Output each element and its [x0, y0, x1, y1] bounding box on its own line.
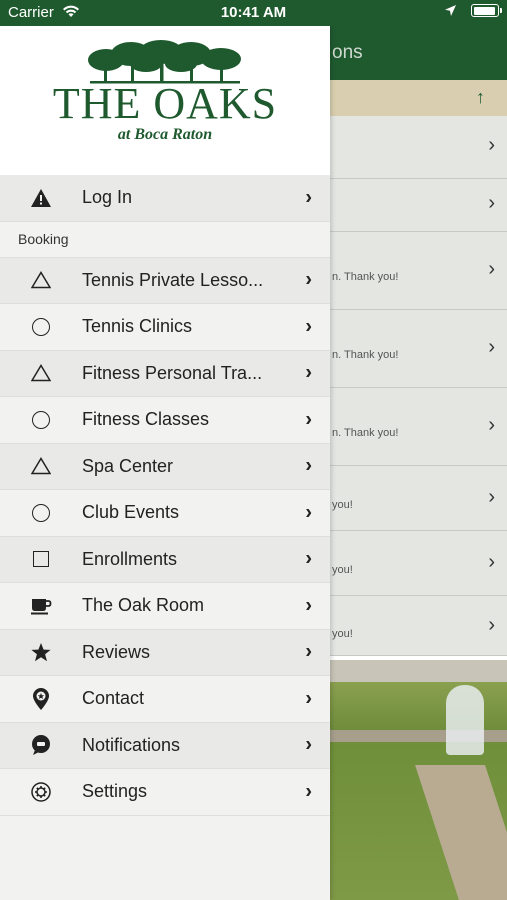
list-item[interactable]: n. Thank you! › — [330, 310, 507, 388]
menu-item-label: Spa Center — [82, 455, 174, 476]
logo-subtitle: at Boca Raton — [117, 126, 213, 143]
chevron-right-icon: › — [488, 134, 495, 156]
chevron-right-icon: › — [305, 594, 312, 617]
menu-item-log-in[interactable]: Log In › — [0, 175, 330, 222]
menu-item-label: Notifications — [82, 734, 181, 755]
side-drawer: THE OAKS at Boca Raton Log In › Booking … — [0, 26, 330, 900]
menu-item-label: Tennis Clinics — [82, 316, 193, 337]
menu-item-tennis-clinics[interactable]: Tennis Clinics › — [0, 304, 330, 351]
status-bar: Carrier 10:41 AM — [0, 0, 507, 26]
arrow-up-icon[interactable]: ↑ — [476, 87, 485, 108]
list-item[interactable]: n. Thank you! › — [330, 232, 507, 310]
logo: THE OAKS at Boca Raton — [0, 26, 330, 175]
chevron-right-icon: › — [305, 733, 312, 756]
logo-title: THE OAKS — [52, 79, 278, 128]
menu-item-label: Log In — [82, 187, 133, 208]
chevron-right-icon: › — [305, 361, 312, 384]
list-item[interactable]: › — [330, 179, 507, 232]
menu-item-label: Club Events — [82, 502, 180, 523]
chevron-right-icon: › — [488, 614, 495, 636]
menu-item-label: The Oak Room — [82, 595, 205, 616]
chevron-right-icon: › — [488, 551, 495, 573]
menu-item-contact[interactable]: Contact › — [0, 676, 330, 723]
background-screen: ons ↑ › › n. Thank you! › n. Thank you! … — [330, 26, 507, 900]
background-header: ons — [330, 26, 507, 80]
menu-item-enrollments[interactable]: Enrollments › — [0, 536, 330, 583]
background-subbar: ↑ — [330, 80, 507, 116]
menu-item-label: Tennis Private Lesso... — [82, 269, 264, 290]
triangle-outline-icon — [0, 457, 82, 475]
list-item[interactable]: › — [330, 116, 507, 179]
chevron-right-icon: › — [305, 501, 312, 524]
status-time: 10:41 AM — [220, 4, 287, 21]
chevron-right-icon: › — [305, 186, 312, 209]
menu-item-reviews[interactable]: Reviews › — [0, 629, 330, 676]
chevron-right-icon: › — [305, 780, 312, 803]
warning-icon — [0, 188, 82, 208]
chevron-right-icon: › — [488, 336, 495, 358]
triangle-outline-icon — [0, 271, 82, 289]
menu-item-label: Enrollments — [82, 548, 178, 569]
menu-item-label: Contact — [82, 688, 145, 709]
menu-item-label: Settings — [82, 781, 148, 802]
chevron-right-icon: › — [305, 687, 312, 710]
background-photo — [330, 660, 507, 900]
chevron-right-icon: › — [305, 315, 312, 338]
chevron-right-icon: › — [305, 408, 312, 431]
menu-item-fitness-personal-training[interactable]: Fitness Personal Tra... › — [0, 350, 330, 397]
fountain-image — [446, 685, 484, 755]
location-arrow-icon — [445, 5, 456, 16]
menu-item-label: Reviews — [82, 641, 151, 662]
status-right — [444, 4, 502, 17]
menu-item-label: Fitness Classes — [82, 409, 210, 430]
menu-item-settings[interactable]: Settings › — [0, 769, 330, 816]
menu-item-notifications[interactable]: Notifications › — [0, 722, 330, 769]
menu-item-fitness-classes[interactable]: Fitness Classes › — [0, 397, 330, 444]
menu-item-spa-center[interactable]: Spa Center › — [0, 443, 330, 490]
list-item[interactable]: you! › — [330, 531, 507, 596]
menu-item-label: Fitness Personal Tra... — [82, 362, 263, 383]
triangle-outline-icon — [0, 364, 82, 382]
chevron-right-icon: › — [488, 414, 495, 436]
section-header-booking: Booking — [0, 222, 330, 258]
list-item[interactable]: n. Thank you! › — [330, 388, 507, 466]
star-icon — [0, 642, 82, 663]
chevron-right-icon: › — [305, 547, 312, 570]
battery-icon — [471, 4, 502, 17]
gear-icon — [0, 781, 82, 803]
circle-outline-icon — [0, 410, 82, 429]
coffee-cup-icon — [0, 597, 82, 615]
list-item[interactable]: you! › — [330, 466, 507, 531]
chevron-right-icon: › — [488, 486, 495, 508]
location-pin-icon — [0, 687, 82, 711]
square-outline-icon — [0, 551, 82, 568]
background-list: › › n. Thank you! › n. Thank you! › n. T… — [330, 116, 507, 656]
circle-outline-icon — [0, 503, 82, 522]
chevron-right-icon: › — [488, 192, 495, 214]
circle-outline-icon — [0, 317, 82, 336]
menu-item-tennis-private-lessons[interactable]: Tennis Private Lesso... › — [0, 257, 330, 304]
menu-item-club-events[interactable]: Club Events › — [0, 490, 330, 537]
list-item[interactable]: you! › — [330, 596, 507, 656]
chevron-right-icon: › — [488, 258, 495, 280]
menu-item-the-oak-room[interactable]: The Oak Room › — [0, 583, 330, 630]
chevron-right-icon: › — [305, 268, 312, 291]
chevron-right-icon: › — [305, 454, 312, 477]
chat-bubble-icon — [0, 734, 82, 756]
chevron-right-icon: › — [305, 640, 312, 663]
